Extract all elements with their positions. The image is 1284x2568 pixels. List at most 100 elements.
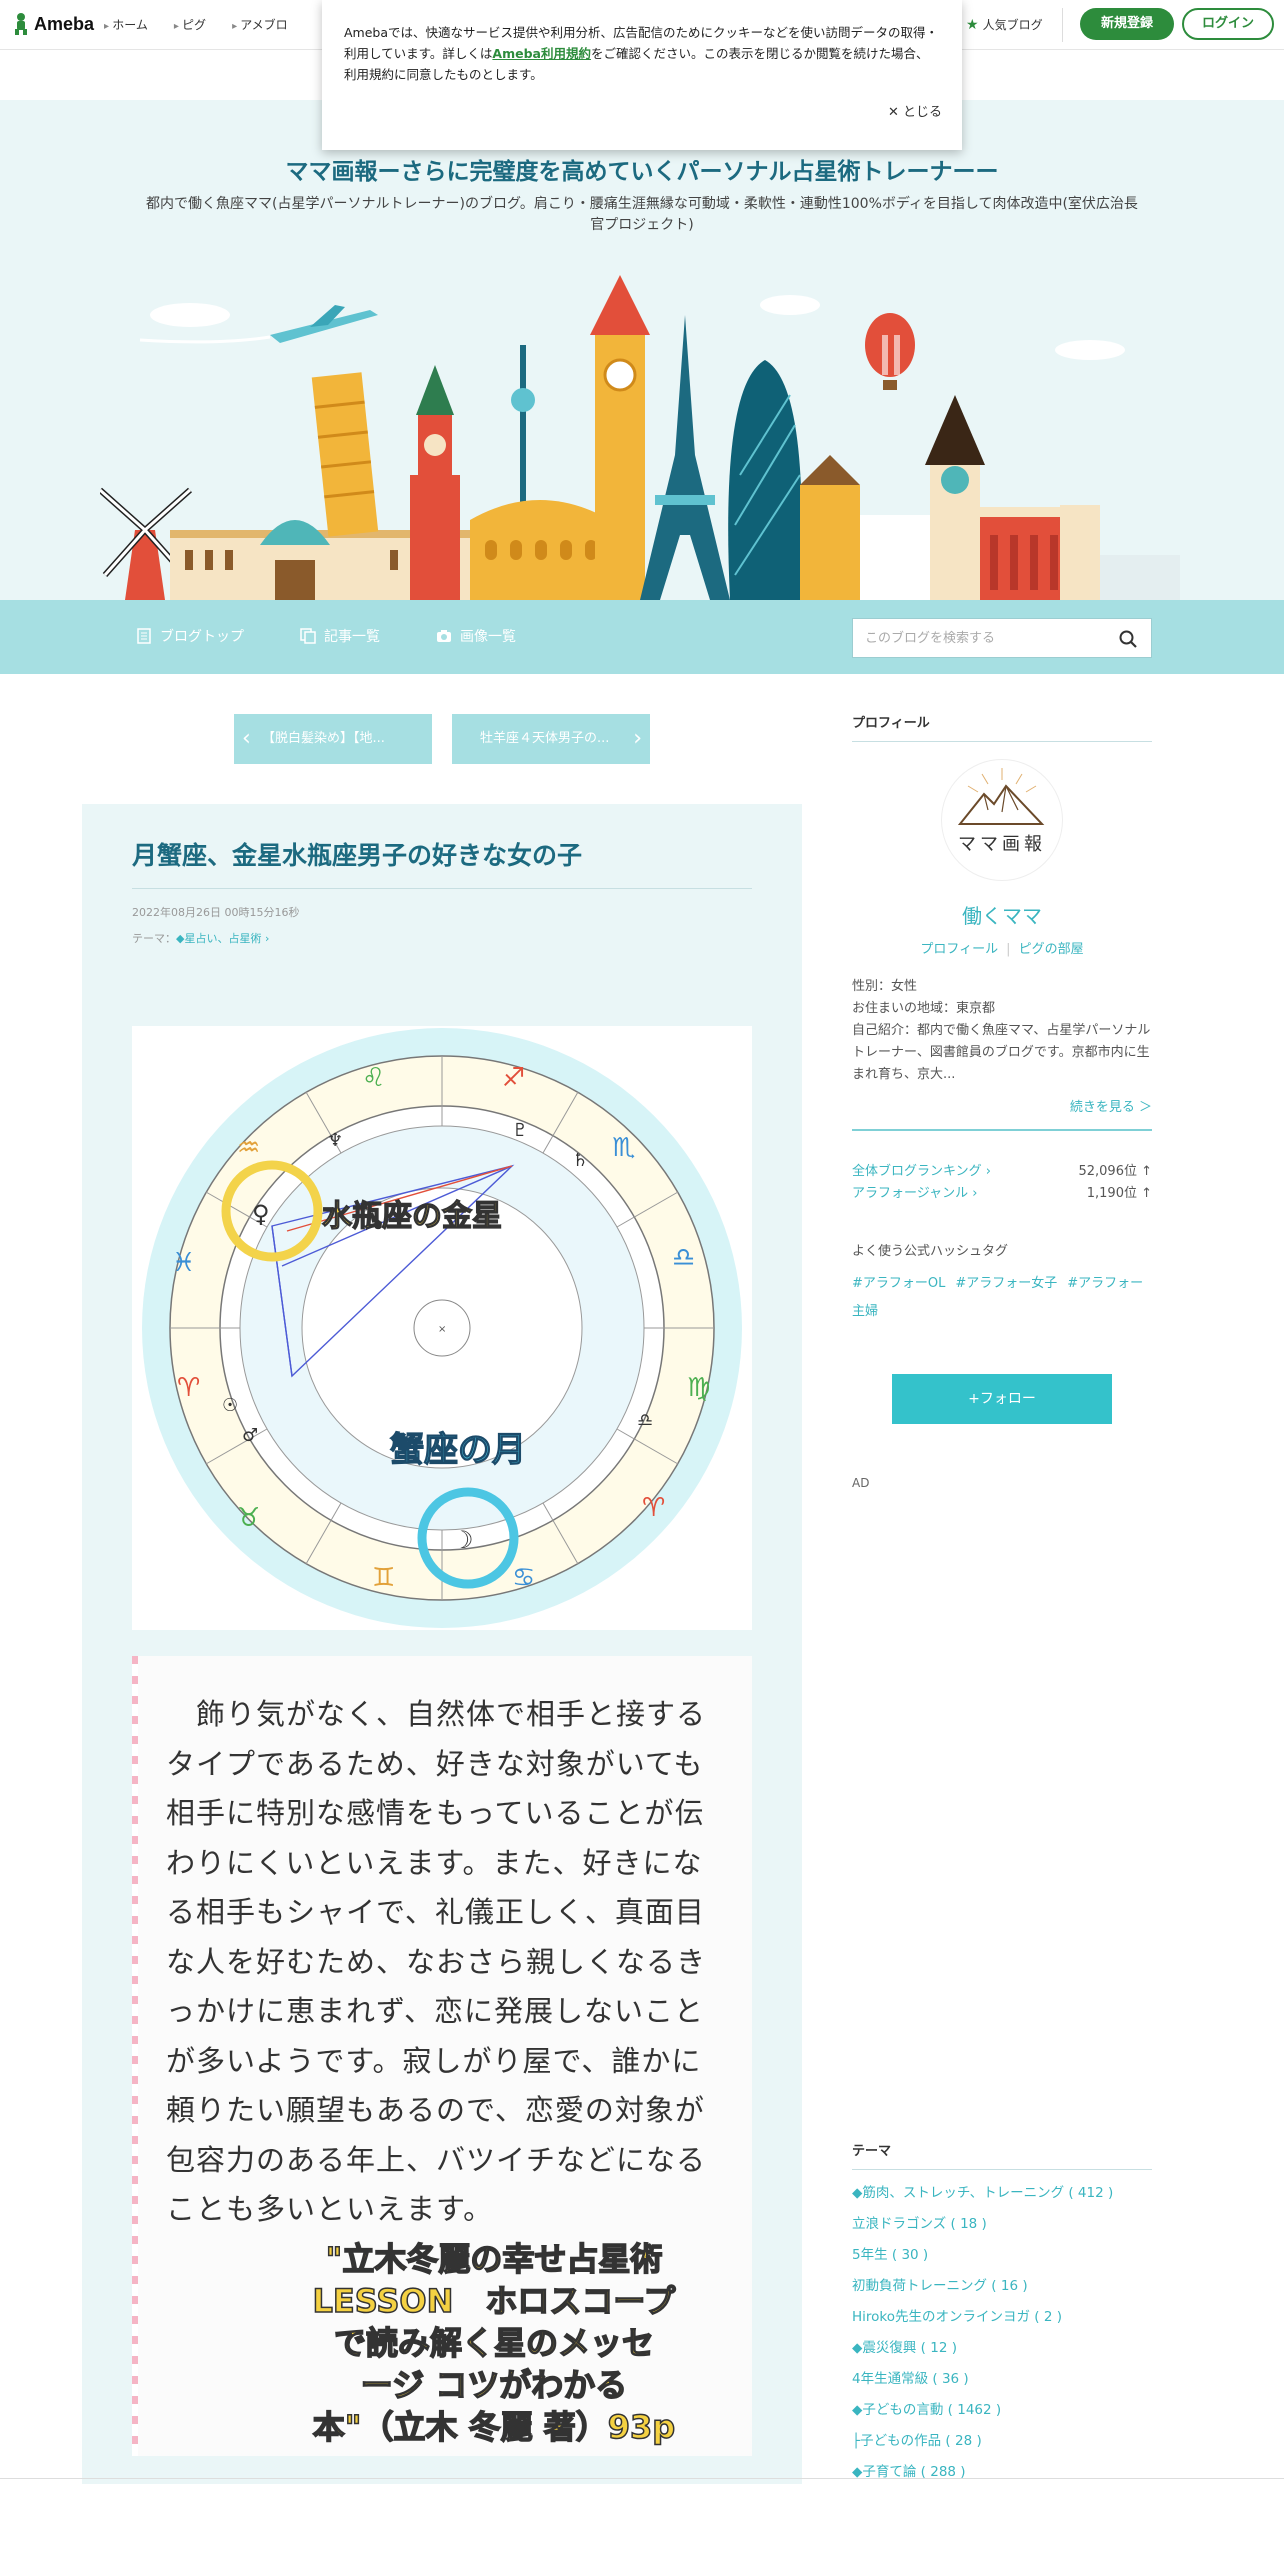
chevron-left-icon: ‹ — [242, 726, 251, 751]
menu-blog-top[interactable]: ブログトップ — [136, 626, 244, 646]
article-date: 2022年08月26日 00時15分16秒 — [132, 906, 300, 919]
book-line-1: "立木冬麗の幸せ占星術 — [325, 2239, 663, 2279]
profile-info: 性別：女性 お住まいの地域：東京都 自己紹介：都内で働く魚座ママ、占星学パーソナ… — [852, 976, 1152, 1086]
venus-label: 水瓶座の金星 — [322, 1199, 502, 1234]
theme-item[interactable]: ├子どもの作品 ( 28 ) — [852, 2426, 1152, 2457]
blog-description: 都内で働く魚座ママ(占星学パーソナルトレーナー)のブログ。肩こり・腰痛生涯無縁な… — [146, 196, 1138, 233]
menu-image-list[interactable]: 画像一覧 — [436, 626, 516, 646]
hashtag-item[interactable]: #アラフォーOL — [852, 1276, 945, 1291]
svg-text:♐: ♐ — [502, 1063, 525, 1093]
search-icon[interactable] — [1119, 630, 1137, 648]
hashtag-item[interactable]: #アラフォー女子 — [955, 1276, 1057, 1291]
svg-text:♇: ♇ — [512, 1120, 528, 1141]
global-nav: ホーム ピグ アメブロ — [104, 16, 287, 33]
profile-name[interactable]: 働くママ — [852, 900, 1152, 929]
theme-label: テーマ： — [132, 932, 176, 945]
popular-blogs-link[interactable]: ★ 人気ブログ — [966, 16, 1043, 33]
chevron-right-icon: › — [633, 726, 642, 751]
ranking-genre[interactable]: アラフォージャンル › 1,190位 ↑ — [852, 1182, 1152, 1201]
menu-image-list-label: 画像一覧 — [460, 629, 516, 645]
ranking-label: 全体ブログランキング › — [852, 1164, 991, 1179]
book-quote-image: 飾り気がなく、自然体で相手と接するタイプであるため、好きな対象がいても相手に特別… — [132, 1656, 752, 2456]
register-button[interactable]: 新規登録 — [1080, 8, 1174, 40]
article-title[interactable]: 月蟹座、金星水瓶座男子の好きな女の子 — [132, 836, 752, 889]
svg-text:☽: ☽ — [452, 1526, 474, 1554]
svg-text:♍: ♍ — [687, 1373, 710, 1403]
next-article-label: 牡羊座４天体男子の... — [480, 731, 610, 746]
profile-link[interactable]: プロフィール — [920, 942, 998, 957]
ranking-overall[interactable]: 全体ブログランキング › 52,096位 ↑ — [852, 1160, 1152, 1179]
profile-area: お住まいの地域：東京都 — [852, 1001, 996, 1016]
theme-item[interactable]: 4年生通常級 ( 36 ) — [852, 2364, 1152, 2395]
theme-item[interactable]: ◆子育て論 ( 288 ) — [852, 2457, 1152, 2488]
nav-home[interactable]: ホーム — [104, 16, 148, 33]
document-icon — [137, 628, 151, 644]
camera-icon — [437, 630, 451, 642]
avatar-text: ママ画報 — [958, 834, 1046, 855]
theme-item[interactable]: ◆筋肉、ストレッチ、トレーニング ( 412 ) — [852, 2178, 1152, 2209]
theme-item[interactable]: 初動負荷トレーニング ( 16 ) — [852, 2271, 1152, 2302]
svg-text:♏: ♏ — [612, 1133, 635, 1163]
theme-item[interactable]: 5年生 ( 30 ) — [852, 2240, 1152, 2271]
hashtag-list: #アラフォーOL #アラフォー女子 #アラフォー主婦 — [852, 1270, 1152, 1326]
theme-heading: テーマ — [852, 2140, 1152, 2170]
theme-item[interactable]: ◆震災復興 ( 12 ) — [852, 2333, 1152, 2364]
book-line-4: ージ コツがわかる — [360, 2365, 628, 2405]
footer-divider — [0, 2478, 1284, 2479]
balloon-icon — [865, 313, 915, 390]
blog-header: ママ画報ーさらに完璧度を高めていくパーソナル占星術トレーナーー 都内で働く魚座マ… — [0, 100, 1284, 600]
svg-text:♓: ♓ — [172, 1248, 195, 1278]
next-article-button[interactable]: 牡羊座４天体男子の... › — [452, 714, 650, 764]
terms-link[interactable]: Ameba利用規約 — [492, 46, 591, 61]
prev-article-label: 【脱白髪染め】【地... — [262, 731, 385, 746]
svg-text:♀: ♀ — [252, 1200, 270, 1228]
profile-links: プロフィール | ピグの部屋 — [920, 942, 1084, 957]
avatar[interactable]: ママ画報 — [942, 760, 1062, 880]
hashtag-heading: よく使う公式ハッシュタグ — [852, 1244, 1009, 1259]
follow-button[interactable]: +フォロー — [892, 1374, 1112, 1424]
chevron-right-icon: › — [261, 932, 270, 945]
moon-label: 蟹座の月 — [390, 1430, 526, 1470]
book-line-2: LESSON ホロスコープ — [312, 2281, 676, 2321]
read-more-link[interactable]: 続きを見る ＞ — [852, 1096, 1152, 1131]
svg-text:♋: ♋ — [512, 1563, 535, 1593]
profile-heading: プロフィール — [852, 712, 1152, 742]
menu-blog-top-label: ブログトップ — [160, 629, 244, 645]
ad-label: AD — [852, 1476, 870, 1490]
cookie-consent-dialog: Amebaでは、快適なサービス提供や利用分析、広告配信のためにクッキーなどを使い… — [322, 0, 962, 150]
theme-list: ◆筋肉、ストレッチ、トレーニング ( 412 ) 立浪ドラゴンズ ( 18 ) … — [852, 2178, 1152, 2488]
prev-article-button[interactable]: ‹ 【脱白髪染め】【地... — [234, 714, 432, 764]
book-line-5: 本"（立木 冬麗 著）93p — [312, 2407, 676, 2447]
article-theme: テーマ：◆星占い、占星術 › — [132, 930, 269, 946]
svg-text:♒: ♒ — [237, 1133, 260, 1163]
dashed-border — [132, 1656, 138, 2456]
ranking-value: 1,190位 ↑ — [1086, 1186, 1152, 1201]
ameba-logo[interactable]: Ameba — [12, 12, 94, 36]
svg-text:♊: ♊ — [372, 1563, 395, 1593]
ranking-label: アラフォージャンル › — [852, 1186, 978, 1201]
theme-item[interactable]: 立浪ドラゴンズ ( 18 ) — [852, 2209, 1152, 2240]
svg-text:☉: ☉ — [222, 1395, 238, 1416]
menu-article-list-label: 記事一覧 — [324, 629, 380, 645]
star-icon: ★ — [966, 16, 979, 33]
mountain-logo-icon — [957, 768, 1045, 825]
login-button[interactable]: ログイン — [1182, 8, 1274, 40]
cookie-close-button[interactable]: ✕ とじる — [888, 102, 942, 123]
blog-search-input[interactable] — [853, 619, 1093, 657]
blog-title[interactable]: ママ画報ーさらに完璧度を高めていくパーソナル占星術トレーナーー — [0, 152, 1284, 186]
svg-text:♂: ♂ — [242, 1425, 258, 1446]
theme-item[interactable]: Hiroko先生のオンラインヨガ ( 2 ) — [852, 2302, 1152, 2333]
horoscope-chart-image: × ♌ ♐ ♏ ♎ ♍ ♈ ♋ ♊ ♉ ♈ ♓ ♒ ♀ 水瓶座の金星 ☽ 蟹座の… — [132, 1026, 752, 1630]
nav-ameblo[interactable]: アメブロ — [232, 16, 287, 33]
theme-link[interactable]: ◆星占い、占星術 — [176, 932, 261, 945]
pig-room-link[interactable]: ピグの部屋 — [1019, 942, 1084, 957]
svg-text:♌: ♌ — [362, 1063, 385, 1093]
book-line-3: で読み解く星のメッセ — [333, 2323, 655, 2363]
menu-article-list[interactable]: 記事一覧 — [300, 626, 380, 646]
popular-label: 人気ブログ — [982, 18, 1043, 32]
nav-pig[interactable]: ピグ — [174, 16, 206, 33]
book-quote-text: 飾り気がなく、自然体で相手と接するタイプであるため、好きな対象がいても相手に特別… — [166, 1697, 707, 2226]
svg-text:♉: ♉ — [237, 1503, 260, 1533]
theme-item[interactable]: ◆子どもの言動 ( 1462 ) — [852, 2395, 1152, 2426]
svg-text:×: × — [438, 1324, 446, 1335]
